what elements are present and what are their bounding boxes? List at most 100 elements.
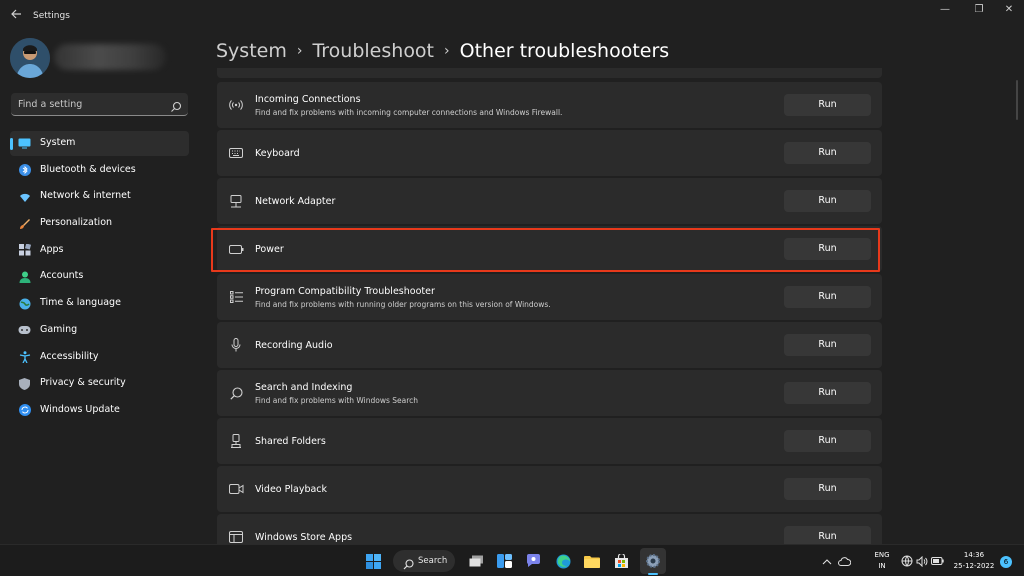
sidebar-item-network[interactable]: Network & internet bbox=[10, 184, 189, 209]
breadcrumb-system[interactable]: System bbox=[216, 40, 287, 62]
troubleshooter-card-video-playback: Video Playback Run bbox=[217, 466, 882, 512]
troubleshooter-card-search-indexing: Search and Indexing Find and fix problem… bbox=[217, 370, 882, 416]
system-icon bbox=[18, 137, 31, 150]
run-button-recording-audio[interactable]: Run bbox=[784, 334, 871, 356]
taskbar-date[interactable]: 25-12-2022 bbox=[952, 562, 996, 570]
minimize-button[interactable]: — bbox=[926, 0, 964, 22]
troubleshooter-card-program-compatibility: Program Compatibility Troubleshooter Fin… bbox=[217, 274, 882, 320]
power-highlight-box bbox=[211, 228, 880, 272]
run-button-shared-folders[interactable]: Run bbox=[784, 430, 871, 452]
card-title: Keyboard bbox=[255, 148, 300, 159]
card-title: Video Playback bbox=[255, 484, 328, 495]
sidebar-item-label: Windows Update bbox=[40, 403, 120, 415]
personalization-icon bbox=[18, 217, 31, 230]
run-button-windows-store-apps[interactable]: Run bbox=[784, 526, 871, 544]
sidebar-item-bluetooth[interactable]: Bluetooth & devices bbox=[10, 158, 189, 183]
run-button-search-indexing[interactable]: Run bbox=[784, 382, 871, 404]
sidebar-item-time-language[interactable]: Time & language bbox=[10, 291, 189, 316]
active-app-indicator bbox=[648, 573, 658, 575]
scrollbar[interactable] bbox=[1016, 80, 1018, 120]
edge-browser-icon[interactable] bbox=[553, 551, 573, 571]
language-indicator[interactable]: ENG bbox=[873, 551, 891, 559]
previous-card-edge bbox=[217, 68, 882, 78]
card-description: Find and fix problems with Windows Searc… bbox=[255, 396, 419, 405]
sidebar-item-system[interactable]: System bbox=[10, 131, 189, 156]
card-description: Find and fix problems with incoming comp… bbox=[255, 108, 563, 117]
card-title: Search and Indexing bbox=[255, 382, 353, 393]
wifi-signal-icon bbox=[228, 97, 244, 113]
troubleshooter-card-network-adapter: Network Adapter Run bbox=[217, 178, 882, 224]
card-title: Windows Store Apps bbox=[255, 532, 353, 543]
sidebar-item-label: Time & language bbox=[40, 297, 121, 309]
sidebar-item-accessibility[interactable]: Accessibility bbox=[10, 345, 189, 370]
sidebar-item-windows-update[interactable]: Windows Update bbox=[10, 398, 189, 423]
battery-tray-icon[interactable] bbox=[930, 551, 944, 571]
chevron-up-icon[interactable] bbox=[820, 551, 834, 571]
file-explorer-icon[interactable] bbox=[582, 551, 602, 571]
bluetooth-icon bbox=[18, 164, 31, 177]
sidebar-item-gaming[interactable]: Gaming bbox=[10, 318, 189, 343]
sidebar-item-apps[interactable]: Apps bbox=[10, 238, 189, 263]
network-globe-icon[interactable] bbox=[900, 551, 914, 571]
microsoft-store-icon[interactable] bbox=[611, 551, 631, 571]
sidebar: System Bluetooth & devices Network & int… bbox=[0, 34, 200, 544]
keyboard-icon bbox=[228, 145, 244, 161]
sidebar-item-accounts[interactable]: Accounts bbox=[10, 264, 189, 289]
sidebar-item-privacy-security[interactable]: Privacy & security bbox=[10, 371, 189, 396]
search-icon bbox=[228, 385, 244, 401]
card-title: Shared Folders bbox=[255, 436, 326, 447]
network-adapter-icon bbox=[228, 193, 244, 209]
sidebar-item-label: Privacy & security bbox=[40, 377, 126, 389]
sidebar-item-label: System bbox=[40, 137, 76, 148]
find-setting-search[interactable] bbox=[11, 93, 188, 116]
shared-folders-icon bbox=[228, 433, 244, 449]
troubleshooter-card-keyboard: Keyboard Run bbox=[217, 130, 882, 176]
close-button[interactable]: ✕ bbox=[990, 0, 1024, 22]
search-input[interactable] bbox=[18, 93, 168, 115]
accessibility-icon bbox=[18, 351, 31, 364]
program-list-icon bbox=[228, 289, 244, 305]
notification-badge[interactable]: 6 bbox=[1000, 556, 1012, 568]
troubleshooter-card-shared-folders: Shared Folders Run bbox=[217, 418, 882, 464]
app-title: Settings bbox=[33, 11, 70, 21]
page-title: Other troubleshooters bbox=[459, 40, 670, 62]
run-button-video-playback[interactable]: Run bbox=[784, 478, 871, 500]
privacy-icon bbox=[18, 377, 31, 390]
run-button-program-compatibility[interactable]: Run bbox=[784, 286, 871, 308]
sidebar-item-personalization[interactable]: Personalization bbox=[10, 211, 189, 236]
time-language-icon bbox=[18, 297, 31, 310]
avatar[interactable] bbox=[10, 38, 50, 78]
back-arrow-icon[interactable] bbox=[8, 8, 24, 24]
windows-start-icon[interactable] bbox=[363, 551, 383, 571]
apps-icon bbox=[18, 244, 31, 257]
search-icon[interactable] bbox=[170, 98, 182, 112]
task-view-icon[interactable] bbox=[466, 551, 486, 571]
cloud-icon[interactable] bbox=[837, 551, 851, 571]
run-button-keyboard[interactable]: Run bbox=[784, 142, 871, 164]
username-blurred bbox=[54, 44, 166, 70]
sidebar-nav: System Bluetooth & devices Network & int… bbox=[10, 131, 189, 425]
teams-chat-icon[interactable] bbox=[523, 551, 543, 571]
breadcrumb-troubleshoot[interactable]: Troubleshoot bbox=[312, 40, 434, 62]
taskbar-search-button[interactable]: Search bbox=[393, 550, 455, 572]
maximize-icon: ❐ bbox=[974, 4, 984, 15]
taskbar-time[interactable]: 14:36 bbox=[954, 551, 994, 559]
card-title: Incoming Connections bbox=[255, 94, 361, 105]
troubleshooter-card-windows-store-apps: Windows Store Apps Run bbox=[217, 514, 882, 544]
sidebar-item-label: Personalization bbox=[40, 217, 113, 229]
search-icon bbox=[403, 555, 414, 574]
widgets-icon[interactable] bbox=[494, 551, 514, 571]
speaker-icon[interactable] bbox=[915, 551, 929, 571]
troubleshooter-card-recording-audio: Recording Audio Run bbox=[217, 322, 882, 368]
run-button-incoming-connections[interactable]: Run bbox=[784, 94, 871, 116]
title-bar: Settings — ❐ ✕ bbox=[0, 0, 1024, 34]
sidebar-item-label: Gaming bbox=[40, 323, 78, 335]
run-button-network-adapter[interactable]: Run bbox=[784, 190, 871, 212]
chevron-right-icon: › bbox=[296, 43, 303, 59]
settings-gear-icon[interactable] bbox=[643, 551, 663, 571]
sidebar-item-label: Bluetooth & devices bbox=[40, 163, 136, 175]
troubleshooter-card-incoming-connections: Incoming Connections Find and fix proble… bbox=[217, 82, 882, 128]
sidebar-item-label: Accounts bbox=[40, 270, 84, 282]
network-icon bbox=[18, 190, 31, 203]
card-title: Network Adapter bbox=[255, 196, 336, 207]
